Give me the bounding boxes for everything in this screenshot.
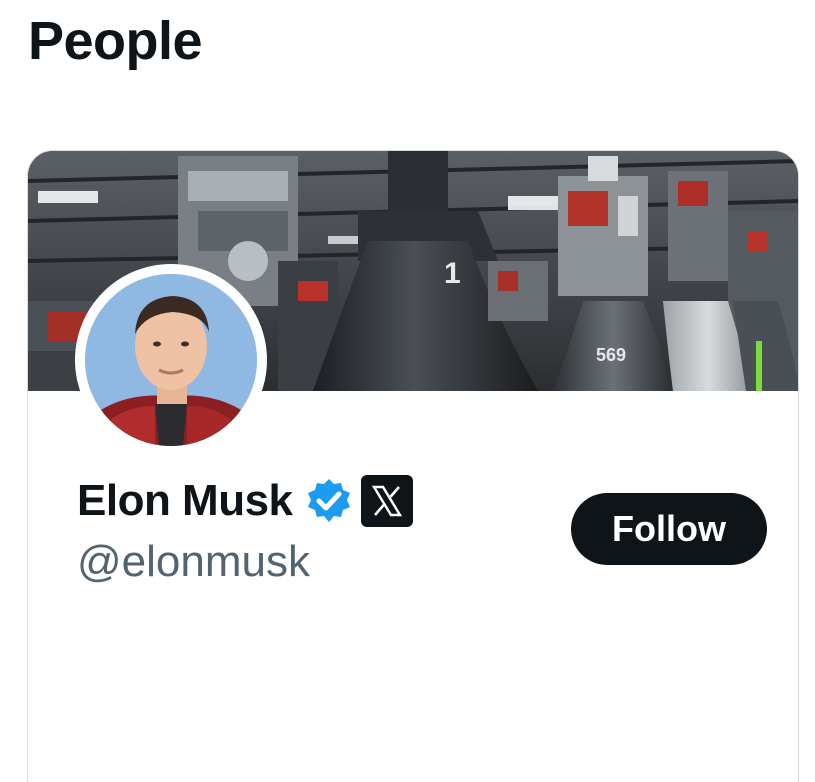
x-logo-icon [360, 475, 413, 527]
follow-button[interactable]: Follow [571, 493, 767, 565]
name-row[interactable]: Elon Musk [77, 473, 413, 529]
user-handle[interactable]: @elonmusk [77, 536, 310, 588]
engine-label-center: 1 [444, 257, 461, 290]
people-section: People 1 569 Elon Musk @elonmusk Follow [0, 0, 815, 782]
engine-label-right: 569 [596, 345, 626, 365]
avatar-frame[interactable] [75, 264, 267, 456]
verified-badge-icon [305, 477, 353, 525]
user-card[interactable]: 1 569 Elon Musk @elonmusk Follow [27, 150, 799, 782]
display-name[interactable]: Elon Musk [77, 476, 293, 526]
section-title: People [28, 11, 203, 71]
avatar[interactable] [85, 274, 257, 446]
